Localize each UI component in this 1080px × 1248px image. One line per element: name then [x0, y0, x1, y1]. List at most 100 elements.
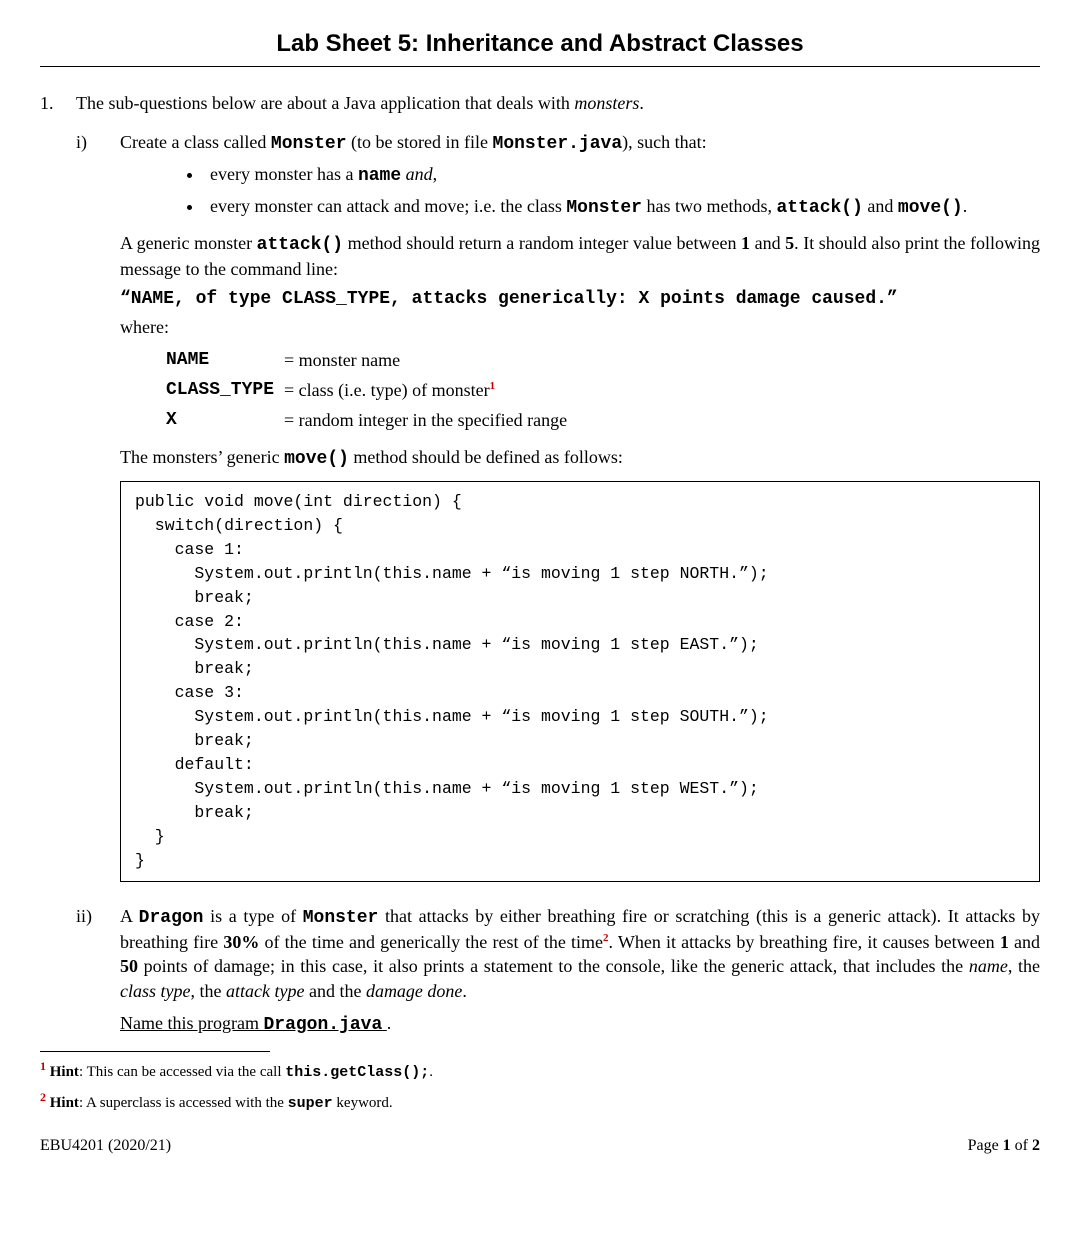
- title-rule: [40, 66, 1040, 67]
- text: keyword.: [333, 1095, 393, 1111]
- text: and: [750, 233, 785, 253]
- text: The monsters’ generic: [120, 447, 284, 467]
- text-bold: 50: [120, 956, 138, 976]
- text-bold: 5: [785, 233, 794, 253]
- text: , the: [190, 981, 226, 1001]
- text-italic: monsters: [574, 93, 639, 113]
- text: .: [963, 196, 968, 216]
- text: of the time and generically the rest of …: [259, 932, 603, 952]
- table-row: X = random integer in the specified rang…: [162, 406, 571, 434]
- code-inline: super: [288, 1095, 333, 1112]
- where-key: NAME: [162, 346, 278, 374]
- text: Page: [968, 1137, 1003, 1154]
- page-footer: EBU4201 (2020/21) Page 1 of 2: [40, 1135, 1040, 1157]
- qii-name-line: Name this program Dragon.java .: [120, 1011, 1040, 1037]
- code-inline: attack(): [257, 235, 343, 255]
- code-inline: move(): [284, 449, 349, 469]
- text-bold: 30%: [223, 932, 259, 952]
- code-inline: Monster.java: [493, 134, 623, 154]
- code-inline: attack(): [777, 198, 863, 218]
- underlined-text: Name this program Dragon.java: [120, 1013, 387, 1033]
- text-bold: 2: [1032, 1137, 1040, 1154]
- list-item: every monster has a name and,: [204, 162, 1040, 188]
- qi-bullets: every monster has a name and, every mons…: [120, 162, 1040, 221]
- roman-ii: ii): [76, 904, 120, 1037]
- q1-number: 1.: [40, 91, 76, 115]
- qi-para3: The monsters’ generic move() method shou…: [120, 445, 1040, 471]
- text: = random integer in the specified range: [284, 410, 567, 430]
- text: of: [1011, 1137, 1032, 1154]
- text-italic: attack type: [226, 981, 304, 1001]
- text: and: [863, 196, 898, 216]
- qii-body: A Dragon is a type of Monster that attac…: [120, 904, 1040, 1037]
- text-bold: 1: [1000, 932, 1009, 952]
- text: and the: [304, 981, 365, 1001]
- roman-i: i): [76, 130, 120, 898]
- text-bold: 1: [741, 233, 750, 253]
- code-inline: Monster: [566, 198, 642, 218]
- where-val: = class (i.e. type) of monster1: [280, 376, 571, 404]
- text: has two methods,: [642, 196, 777, 216]
- code-inline: this.getClass();: [285, 1064, 429, 1081]
- text: .: [462, 981, 467, 1001]
- attack-message: “NAME, of type CLASS_TYPE, attacks gener…: [120, 287, 1040, 311]
- text: A: [120, 906, 139, 926]
- footnote-ref-1: 1: [490, 380, 496, 392]
- footer-right: Page 1 of 2: [968, 1135, 1040, 1157]
- q1-intro: The sub-questions below are about a Java…: [76, 91, 644, 115]
- code-block-move: public void move(int direction) { switch…: [120, 481, 1040, 882]
- text-italic: and: [401, 164, 433, 184]
- list-item: every monster can attack and move; i.e. …: [204, 194, 1040, 220]
- text: .: [639, 93, 644, 113]
- text: method should return a random integer va…: [343, 233, 741, 253]
- text: and: [1009, 932, 1040, 952]
- text: every monster has a: [210, 164, 358, 184]
- code-inline: Dragon.java: [263, 1015, 382, 1035]
- table-row: NAME = monster name: [162, 346, 571, 374]
- footer-left: EBU4201 (2020/21): [40, 1135, 171, 1157]
- code-inline: Monster: [303, 908, 379, 928]
- footnote-separator: [40, 1051, 270, 1052]
- text: ,: [433, 164, 438, 184]
- footnote-1: 1 Hint: This can be accessed via the cal…: [40, 1058, 1040, 1083]
- where-val: = monster name: [280, 346, 571, 374]
- subquestion-i: i) Create a class called Monster (to be …: [76, 130, 1040, 898]
- text: . When it attacks by breathing fire, it …: [608, 932, 999, 952]
- code-inline: move(): [898, 198, 963, 218]
- text: : A superclass is accessed with the: [79, 1095, 288, 1111]
- table-row: CLASS_TYPE = class (i.e. type) of monste…: [162, 376, 571, 404]
- text: : This can be accessed via the call: [79, 1064, 285, 1080]
- where-table: NAME = monster name CLASS_TYPE = class (…: [160, 344, 573, 437]
- qi-body: Create a class called Monster (to be sto…: [120, 130, 1040, 898]
- text: every monster can attack and move; i.e. …: [210, 196, 566, 216]
- text: Name this program: [120, 1013, 263, 1033]
- text: = monster name: [284, 350, 400, 370]
- text-bold: Hint: [46, 1095, 79, 1111]
- text-italic: damage done: [366, 981, 462, 1001]
- where-label: where:: [120, 315, 1040, 339]
- text: Create a class called: [120, 132, 271, 152]
- where-key: X: [162, 406, 278, 434]
- text: The sub-questions below are about a Java…: [76, 93, 574, 113]
- subquestion-ii: ii) A Dragon is a type of Monster that a…: [76, 904, 1040, 1037]
- footnote-2: 2 Hint: A superclass is accessed with th…: [40, 1089, 1040, 1114]
- question-1: 1. The sub-questions below are about a J…: [40, 91, 1040, 115]
- text: = class (i.e. type) of monster: [284, 380, 490, 400]
- text: method should be defined as follows:: [349, 447, 623, 467]
- code-inline: Monster: [271, 134, 347, 154]
- text: points of damage; in this case, it also …: [138, 956, 969, 976]
- where-val: = random integer in the specified range: [280, 406, 571, 434]
- text: is a type of: [203, 906, 302, 926]
- text: .: [429, 1064, 433, 1080]
- text: .: [387, 1013, 392, 1033]
- qii-para1: A Dragon is a type of Monster that attac…: [120, 904, 1040, 1003]
- qi-para2: A generic monster attack() method should…: [120, 231, 1040, 282]
- code-inline: Dragon: [139, 908, 204, 928]
- text-bold: 1: [1003, 1137, 1011, 1154]
- text: , the: [1008, 956, 1040, 976]
- page-title: Lab Sheet 5: Inheritance and Abstract Cl…: [40, 28, 1040, 60]
- where-key: CLASS_TYPE: [162, 376, 278, 404]
- qi-line1: Create a class called Monster (to be sto…: [120, 130, 1040, 156]
- text: ), such that:: [622, 132, 706, 152]
- text-italic: name: [969, 956, 1008, 976]
